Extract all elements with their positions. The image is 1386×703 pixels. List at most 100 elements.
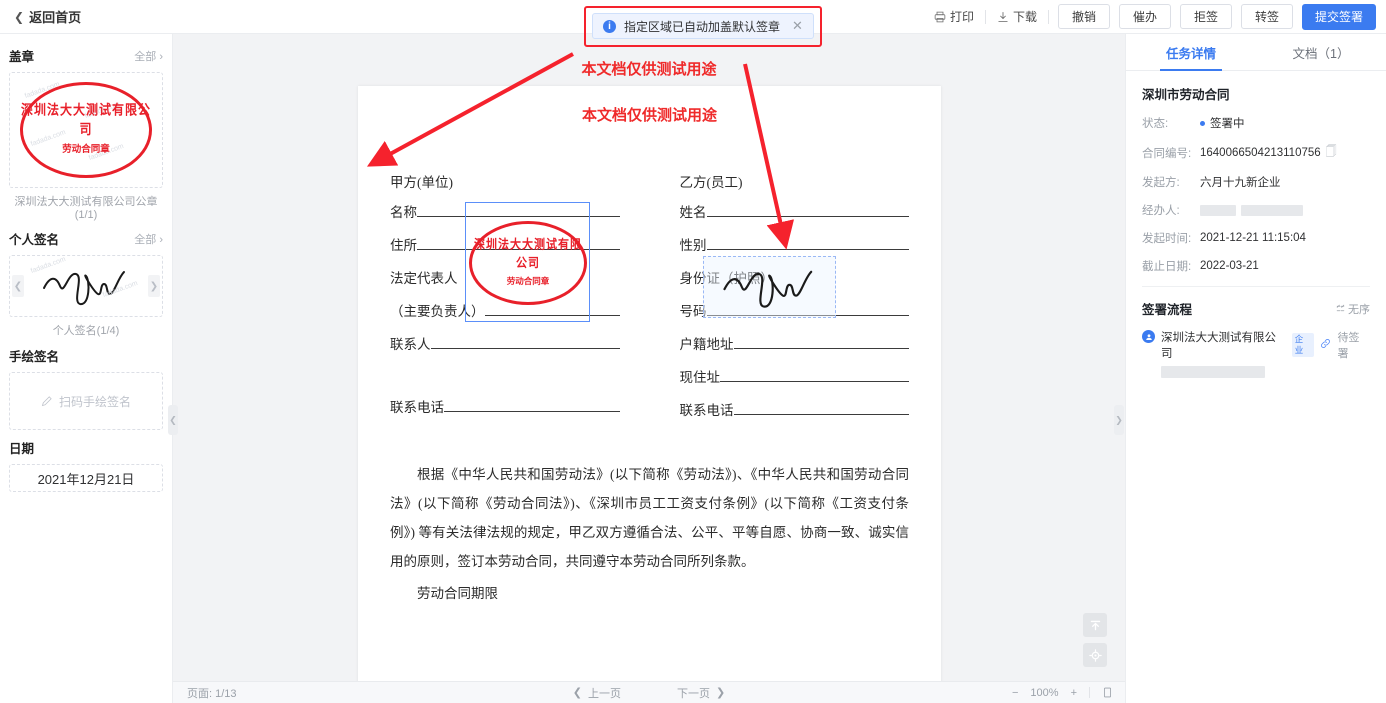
detail-status: 状态: 签署中 [1142, 115, 1370, 131]
sidebar-collapse-handle[interactable]: ❮ [168, 405, 178, 435]
zoom-out-button[interactable]: − [1012, 687, 1018, 699]
link-icon[interactable] [1320, 338, 1331, 352]
status-dot-icon [1200, 120, 1205, 126]
signer-row[interactable]: 深圳法大大测试有限公司 企业 待签署 [1142, 329, 1370, 378]
notification-banner: i 指定区域已自动加盖默认签章 ✕ [592, 13, 814, 39]
download-icon [998, 11, 1008, 22]
pen-icon [41, 396, 52, 407]
seal-card[interactable]: fadada.com fadada.com fadada.com fadada.… [9, 72, 163, 188]
signer-redacted-detail [1161, 366, 1265, 378]
flow-order-toggle[interactable]: 无序 [1336, 301, 1370, 317]
detail-value: 2022-03-21 [1200, 260, 1259, 272]
signature-caption: 个人签名(1/4) [52, 325, 120, 337]
party-a-label: 甲方(单位) [390, 175, 453, 190]
signature-prev-icon[interactable]: ❮ [12, 275, 24, 297]
toolbar-divider-2 [1047, 9, 1049, 24]
prev-page-button[interactable]: ❮ 上一页 [573, 685, 621, 701]
viewer-bottom-bar: 页面: 1/13 ❮ 上一页 下一页 ❯ − 100% + [173, 681, 1125, 703]
detail-value [1200, 204, 1303, 216]
transfer-button[interactable]: 转签 [1240, 4, 1293, 29]
seal-dropzone[interactable]: 深圳法大大测试有限公司 劳动合同章 [465, 202, 590, 322]
contract-number: 1640066504213110756 [1200, 146, 1321, 159]
redacted-block [1200, 204, 1236, 216]
zoom-in-button[interactable]: + [1071, 687, 1077, 699]
panel-body: 深圳市劳动合同 状态: 签署中 合同编号: 164006650421311075… [1126, 71, 1386, 378]
signature-dropzone[interactable] [703, 256, 836, 318]
zoom-controls: − 100% + [1012, 687, 1113, 699]
submit-sign-button[interactable]: 提交签署 [1301, 3, 1376, 30]
detail-key: 合同编号: [1142, 147, 1192, 160]
signature-next-icon[interactable]: ❯ [148, 275, 160, 297]
revoke-button[interactable]: 撤销 [1057, 4, 1110, 29]
company-seal-graphic: 深圳法大大测试有限公司 劳动合同章 [20, 82, 152, 178]
locate-field-button[interactable] [1083, 643, 1107, 667]
field-b-gender[interactable]: 性别 [680, 234, 909, 254]
detail-value: 1640066504213110756 🗍 [1200, 143, 1337, 162]
notification-highlight: i 指定区域已自动加盖默认签章 ✕ [584, 6, 822, 47]
close-icon[interactable]: ✕ [792, 18, 803, 34]
signing-app: ❮ 返回首页 打印 下载 撤销 催办 拒签 转签 提交签署 i 指定区域已自动加… [0, 0, 1386, 703]
panel-tabs: 任务详情 文档（1） [1126, 34, 1386, 71]
fit-page-icon [1103, 687, 1112, 698]
party-b-label: 乙方(员工) [679, 175, 743, 190]
section-header-handdraw: 手绘签名 [9, 346, 163, 365]
scroll-to-top-button[interactable] [1083, 613, 1107, 637]
tab-task-detail[interactable]: 任务详情 [1126, 34, 1256, 71]
detail-handler: 经办人: [1142, 202, 1370, 218]
signature-card[interactable]: ❮ fadada.com fadada.com ❯ [9, 255, 163, 317]
document-viewer[interactable]: 本文档仅供测试用途 甲方(单位) 名称 住所 法定代表人 （主要负责人） 联系人… [173, 34, 1125, 703]
placed-company-seal: 深圳法大大测试有限公司 劳动合同章 [469, 221, 587, 305]
field-a-spacer [390, 366, 620, 383]
field-line [430, 336, 620, 349]
signer-status: 待签署 [1337, 332, 1360, 360]
back-home-label: 返回首页 [29, 10, 82, 25]
download-label: 下载 [1012, 10, 1037, 24]
notification-text: 指定区域已自动加盖默认签章 [624, 19, 781, 34]
tab-documents[interactable]: 文档（1） [1256, 34, 1386, 70]
back-home-button[interactable]: ❮ 返回首页 [14, 7, 81, 26]
right-panel-collapse-handle[interactable]: ❯ [1114, 405, 1124, 435]
detail-value: 2021-12-21 11:15:04 [1200, 232, 1306, 244]
section-title-signature: 个人签名 [9, 233, 60, 247]
reject-button[interactable]: 拒签 [1179, 4, 1232, 29]
contract-paragraph: 根据《中华人民共和国劳动法》(以下简称《劳动法》)、《中华人民共和国劳动合同法》… [390, 467, 909, 570]
field-line [720, 369, 909, 382]
flow-header: 签署流程 无序 [1142, 299, 1370, 318]
print-button[interactable]: 打印 [923, 5, 985, 29]
field-b-current-address[interactable]: 现住址 [680, 366, 909, 386]
copy-icon[interactable]: 🗍 [1326, 143, 1337, 162]
detail-initiator: 发起方: 六月十九新企业 [1142, 174, 1370, 190]
field-b-name[interactable]: 姓名 [680, 201, 909, 221]
section-title-date: 日期 [9, 442, 35, 456]
contract-title: 深圳市劳动合同 [1142, 88, 1230, 102]
next-page-button[interactable]: 下一页 ❯ [677, 685, 725, 701]
panel-divider [1142, 286, 1370, 287]
detail-key: 状态: [1142, 118, 1169, 130]
field-b-registered-address[interactable]: 户籍地址 [680, 333, 909, 353]
download-button[interactable]: 下载 [986, 5, 1048, 29]
document-page: 本文档仅供测试用途 甲方(单位) 名称 住所 法定代表人 （主要负责人） 联系人… [358, 86, 941, 703]
section-title-seal: 盖章 [9, 50, 35, 64]
printer-icon [934, 11, 946, 22]
fit-page-button[interactable] [1102, 687, 1113, 698]
field-line [706, 204, 909, 217]
seal-purpose-text: 劳动合同章 [506, 276, 550, 286]
field-a-contact[interactable]: 联系人 [390, 333, 620, 353]
stamp-sidebar: 盖章 全部 › fadada.com fadada.com fadada.com… [0, 34, 173, 703]
field-b-phone[interactable]: 联系电话 [680, 399, 909, 419]
scroll-to-top-icon [1090, 620, 1100, 630]
handdraw-card[interactable]: 扫码手绘签名 [9, 372, 163, 430]
toolbar-actions: 打印 下载 撤销 催办 拒签 转签 提交签署 [923, 3, 1376, 30]
page-watermark: 本文档仅供测试用途 [581, 108, 717, 124]
section-all-seal[interactable]: 全部 › [134, 48, 163, 64]
detail-key: 截止日期: [1142, 261, 1192, 273]
section-header-signature: 个人签名 全部 › [9, 229, 163, 248]
field-a-phone[interactable]: 联系电话 [390, 396, 620, 416]
seal-caption: 深圳法大大测试有限公司公章(1/1) [14, 196, 158, 221]
section-all-signature[interactable]: 全部 › [134, 231, 163, 247]
signer-name: 深圳法大大测试有限公司 [1161, 332, 1276, 360]
viewer-float-buttons [1083, 613, 1107, 667]
field-line [444, 399, 620, 412]
date-card[interactable]: 2021年12月21日 [9, 464, 163, 492]
urge-button[interactable]: 催办 [1118, 4, 1171, 29]
